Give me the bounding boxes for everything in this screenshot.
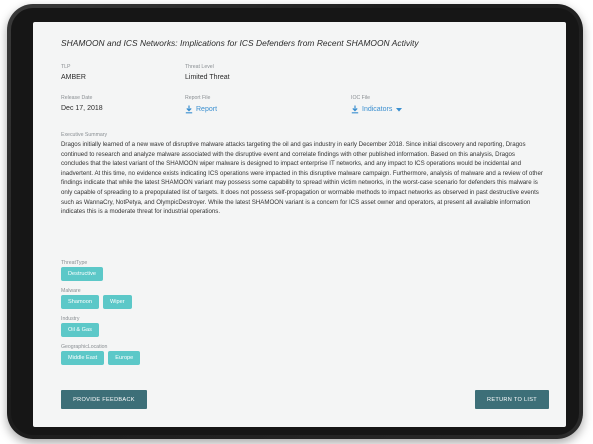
download-icon (351, 105, 359, 114)
report-download-label: Report (196, 106, 218, 113)
executive-summary-text: Dragos initially learned of a new wave o… (61, 141, 543, 216)
report-file-field: Report File Report (185, 95, 217, 114)
ioc-file-label: IOC File (351, 95, 371, 101)
report-download-link[interactable]: Report (185, 105, 217, 114)
report-detail-screen: SHAMOON and ICS Networks: Implications f… (33, 22, 566, 427)
tablet-frame: SHAMOON and ICS Networks: Implications f… (7, 4, 583, 439)
industry-label: Industry (61, 316, 80, 322)
malware-tags: Shamoon Wiper (61, 295, 132, 309)
tag-destructive[interactable]: Destructive (61, 267, 103, 281)
threat-level-label: Threat Level (185, 64, 214, 70)
tag-wiper[interactable]: Wiper (102, 295, 132, 309)
ioc-file-field: IOC File Indicators (351, 95, 403, 114)
threat-type-tags: Destructive (61, 267, 103, 281)
industry-tags: Oil & Gas (61, 323, 99, 337)
tlp-field: TLP AMBER (61, 64, 86, 81)
geographic-location-tags: Middle East Europe (61, 351, 141, 365)
threat-level-value: Limited Threat (185, 74, 230, 81)
release-date-field: Release Date Dec 17, 2018 (61, 95, 103, 112)
return-to-list-button[interactable]: RETURN TO LIST (475, 390, 549, 409)
provide-feedback-button[interactable]: PROVIDE FEEDBACK (61, 390, 147, 409)
tlp-label: TLP (61, 64, 71, 70)
geographic-location-label: GeographicLocation (61, 344, 108, 350)
tag-oil-and-gas[interactable]: Oil & Gas (61, 323, 99, 337)
threat-level-field: Threat Level Limited Threat (185, 64, 230, 81)
tlp-value: AMBER (61, 74, 86, 81)
executive-summary-label: Executive Summary (61, 132, 108, 138)
release-date-label: Release Date (61, 95, 93, 101)
tag-europe[interactable]: Europe (108, 351, 141, 365)
tag-shamoon[interactable]: Shamoon (61, 295, 99, 309)
report-file-label: Report File (185, 95, 211, 101)
malware-label: Malware (61, 288, 81, 294)
tag-middle-east[interactable]: Middle East (61, 351, 105, 365)
download-icon (185, 105, 193, 114)
threat-type-label: ThreatType (61, 260, 88, 266)
chevron-down-icon (396, 107, 403, 112)
release-date-value: Dec 17, 2018 (61, 105, 103, 112)
indicators-dropdown[interactable]: Indicators (351, 105, 403, 114)
indicators-label: Indicators (362, 106, 393, 113)
report-title: SHAMOON and ICS Networks: Implications f… (61, 38, 419, 48)
